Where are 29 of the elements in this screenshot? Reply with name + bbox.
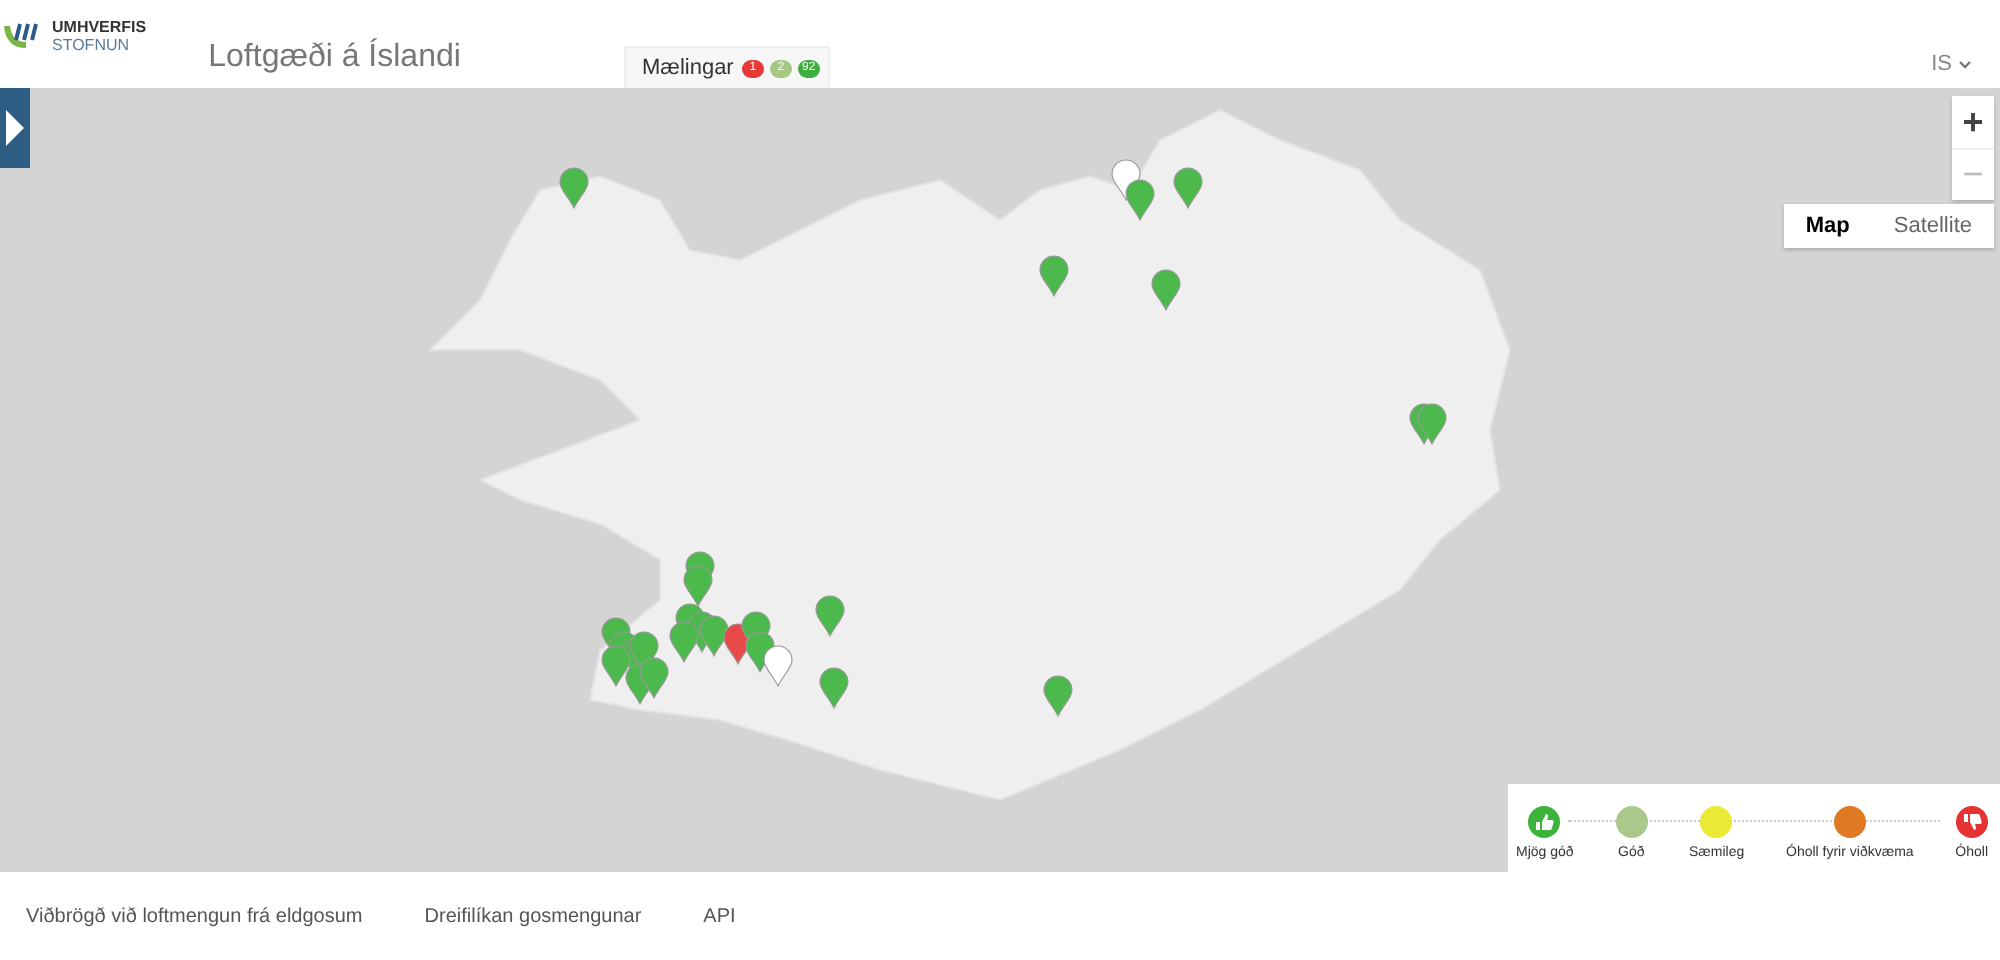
map-marker[interactable]	[669, 621, 699, 663]
map-type-button[interactable]: Map	[1783, 204, 1872, 248]
zoom-in-button[interactable]: +	[1952, 96, 1994, 148]
language-selector[interactable]: IS	[1931, 52, 1972, 76]
map-marker[interactable]	[1173, 167, 1203, 209]
map-marker[interactable]	[1151, 269, 1181, 311]
map-marker[interactable]	[683, 565, 713, 607]
map-type-button[interactable]: Satellite	[1871, 204, 1994, 248]
map-marker[interactable]	[763, 645, 793, 687]
map-marker[interactable]	[1125, 179, 1155, 221]
map-marker[interactable]	[815, 595, 845, 637]
tab-label: Mælingar	[642, 56, 734, 80]
map-marker[interactable]	[601, 645, 631, 687]
map-marker[interactable]	[639, 657, 669, 699]
page-title: Loftgæði á Íslandi	[208, 40, 461, 76]
logo-subtitle: STOFNUN	[52, 36, 132, 54]
map-marker[interactable]	[699, 615, 729, 657]
chevron-down-icon	[1958, 59, 1972, 69]
map-marker[interactable]	[1417, 403, 1447, 445]
map-marker[interactable]	[559, 167, 589, 209]
map-marker[interactable]	[1043, 675, 1073, 717]
map-marker[interactable]	[819, 667, 849, 709]
map-marker[interactable]	[1039, 255, 1069, 297]
logo-wordmark: UMHVERFIS	[52, 18, 147, 36]
footer-link[interactable]: API	[703, 905, 736, 927]
play-icon	[6, 110, 24, 146]
footer-link[interactable]: Viðbrögð við loftmengun frá eldgosum	[26, 905, 363, 927]
footer-link[interactable]: Dreifilíkan gosmengunar	[424, 905, 642, 927]
panel-toggle-button[interactable]	[0, 88, 30, 168]
